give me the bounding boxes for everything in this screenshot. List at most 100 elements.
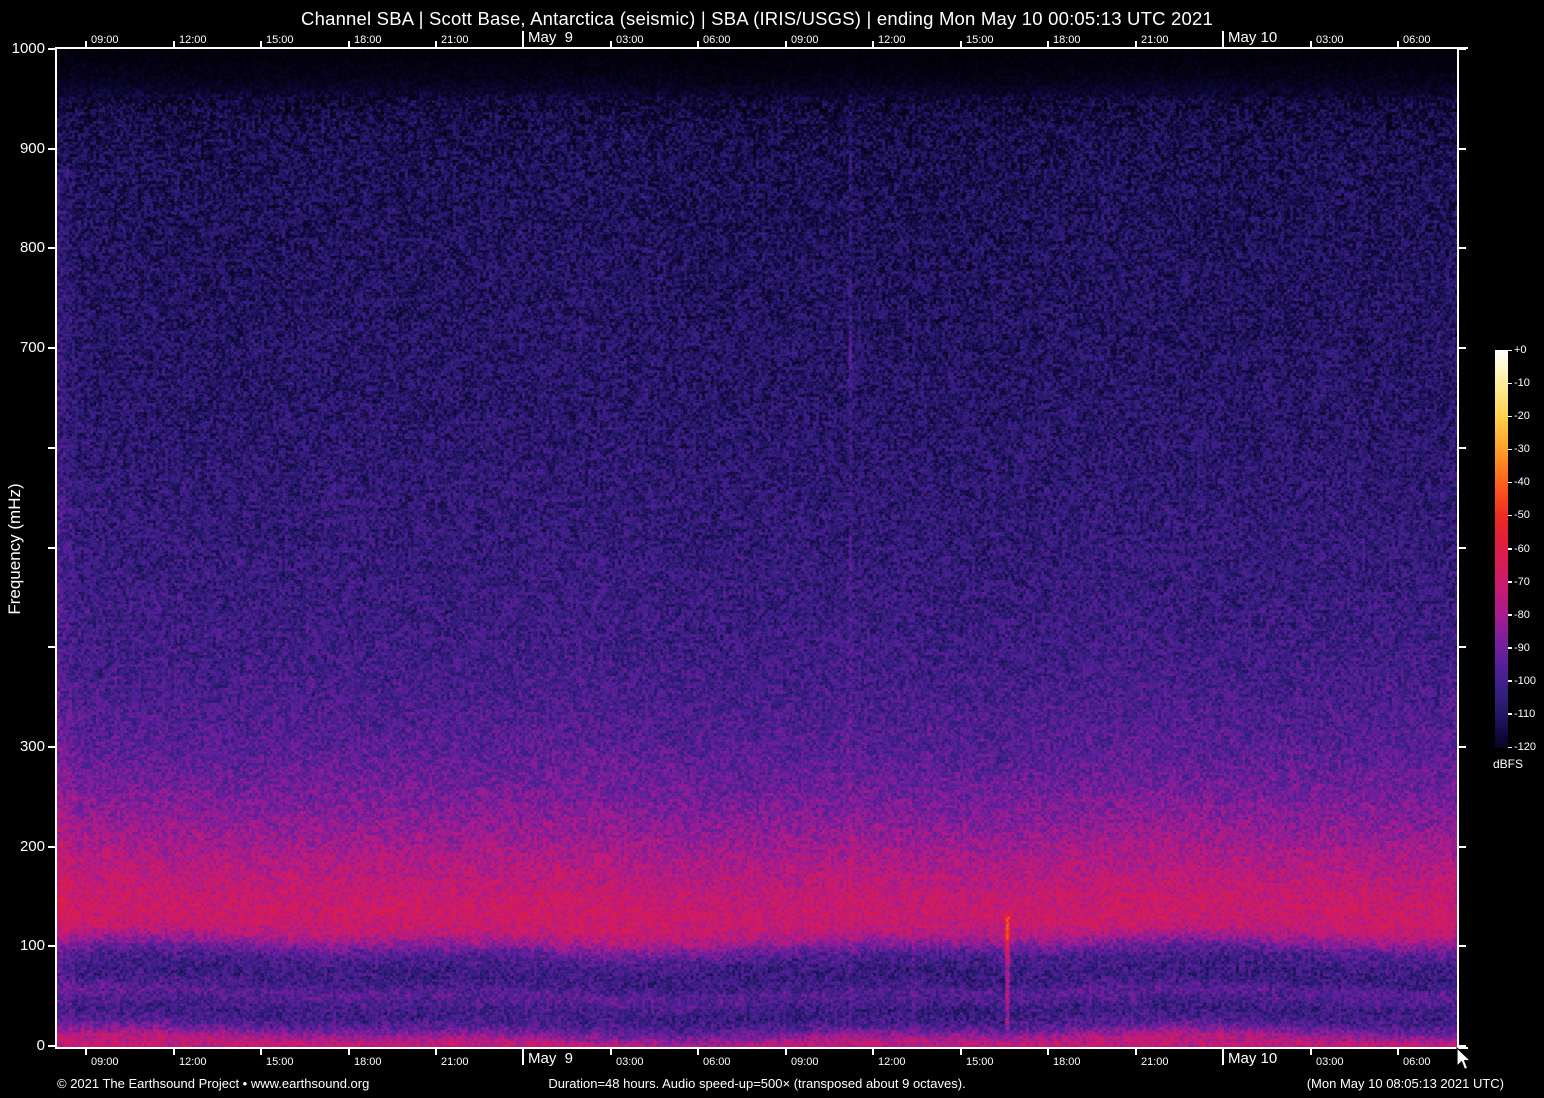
time-tick-top (173, 41, 175, 47)
colorbar-tick (1508, 481, 1512, 484)
colorbar-tick-label: -60 (1514, 542, 1530, 555)
time-tick-label-bottom: 06:00 (1403, 1056, 1431, 1068)
colorbar-tick-label: -100 (1514, 674, 1537, 687)
time-tick-label-bottom: 09:00 (791, 1056, 819, 1068)
freq-tick-right (1459, 745, 1466, 748)
freq-tick-left (48, 446, 55, 449)
time-tick-top (1397, 41, 1399, 47)
colorbar-tick-label: -50 (1514, 509, 1530, 522)
time-tick-top (1310, 41, 1312, 47)
time-tick-label-top: 12:00 (878, 34, 906, 46)
time-tick-label-top: 06:00 (703, 34, 731, 46)
colorbar-tick (1508, 415, 1512, 418)
time-tick-label-top: May 9 (528, 29, 574, 46)
time-tick-label-top: May 10 (1228, 29, 1278, 46)
freq-tick-left (48, 646, 55, 649)
time-tick-label-bottom: 18:00 (1053, 1056, 1081, 1068)
freq-tick-label: 1000 (11, 40, 45, 57)
time-tick-label-bottom: 18:00 (354, 1056, 382, 1068)
time-tick-bottom (960, 1049, 962, 1055)
colorbar-tick (1508, 349, 1512, 351)
freq-tick-left (48, 247, 55, 250)
freq-tick-left (48, 546, 55, 549)
time-tick-top (1047, 41, 1049, 47)
freq-tick-right (1459, 945, 1466, 948)
time-tick-label-bottom: May 10 (1228, 1050, 1278, 1067)
freq-tick-label: 800 (19, 239, 45, 257)
colorbar-tick (1508, 548, 1512, 550)
freq-tick-label: 200 (19, 837, 45, 855)
freq-tick-right (1459, 48, 1466, 50)
time-tick-label-top: 21:00 (441, 34, 469, 46)
colorbar-unit-label: dBFS (1493, 757, 1524, 771)
freq-tick-right (1459, 845, 1466, 848)
freq-tick-left (48, 845, 55, 848)
mouse-arrow-cursor (1456, 1047, 1472, 1071)
time-tick-label-top: 06:00 (1403, 34, 1431, 46)
freq-tick-label: 900 (19, 139, 45, 157)
freq-tick-label: 0 (36, 1037, 45, 1054)
time-tick-label-bottom: 15:00 (966, 1056, 994, 1068)
colorbar-tick-label: -110 (1514, 707, 1536, 720)
time-tick-bottom (85, 1049, 87, 1055)
colorbar-tick-label: -40 (1514, 476, 1530, 489)
time-tick-top (1135, 41, 1137, 47)
time-tick-label-bottom: 09:00 (91, 1056, 119, 1068)
colorbar-tick-label: -30 (1514, 443, 1530, 456)
freq-tick-left (48, 347, 55, 350)
time-tick-label-top: 21:00 (1141, 34, 1169, 46)
colorbar-tick-label: +0 (1514, 344, 1527, 356)
colorbar-tick (1508, 680, 1512, 682)
axis-left-line (55, 47, 57, 1049)
colorbar-tick (1508, 382, 1512, 385)
time-tick-bottom (522, 1049, 524, 1065)
time-tick-bottom (610, 1049, 612, 1055)
time-tick-label-bottom: 21:00 (1141, 1056, 1169, 1068)
time-tick-top (522, 31, 524, 47)
time-tick-label-bottom: 03:00 (1316, 1056, 1344, 1068)
colorbar-tick (1508, 514, 1512, 517)
axis-bottom-line (55, 1047, 1468, 1049)
time-tick-label-top: 03:00 (616, 34, 644, 46)
time-tick-bottom (1135, 1049, 1137, 1055)
spectrogram-canvas (57, 49, 1457, 1047)
freq-tick-right (1459, 546, 1466, 549)
time-tick-label-top: 18:00 (354, 34, 382, 46)
time-tick-bottom (785, 1049, 787, 1055)
time-tick-label-bottom: 03:00 (616, 1056, 644, 1068)
colorbar-tick (1508, 647, 1512, 649)
freq-tick-right (1459, 347, 1466, 350)
colorbar-tick-label: -80 (1514, 608, 1530, 621)
colorbar-tick-label: -20 (1514, 410, 1530, 423)
time-tick-top (435, 41, 437, 47)
time-tick-label-top: 18:00 (1053, 34, 1081, 46)
colorbar-tick (1508, 746, 1512, 748)
freq-tick-label: 300 (19, 737, 45, 755)
freq-tick-right (1459, 1045, 1466, 1047)
time-tick-top (960, 41, 962, 47)
colorbar-tick (1508, 713, 1512, 715)
time-tick-bottom (1310, 1049, 1312, 1055)
colorbar-tick-label: -70 (1514, 575, 1530, 588)
y-axis-label: Frequency (mHz) (5, 483, 24, 615)
freq-tick-label: 700 (19, 339, 45, 357)
time-tick-label-top: 09:00 (91, 34, 119, 46)
time-tick-top (260, 41, 262, 47)
time-tick-label-bottom: 12:00 (878, 1056, 906, 1068)
time-tick-top (610, 41, 612, 47)
page-title: Channel SBA | Scott Base, Antarctica (se… (301, 8, 1213, 29)
freq-tick-label: 100 (19, 937, 45, 955)
freq-tick-right (1459, 446, 1466, 449)
time-tick-label-top: 12:00 (179, 34, 207, 46)
time-tick-bottom (1397, 1049, 1399, 1055)
colorbar-tick-label: -120 (1514, 741, 1537, 753)
time-tick-bottom (697, 1049, 699, 1055)
freq-tick-left (48, 745, 55, 748)
time-tick-label-top: 15:00 (266, 34, 294, 46)
time-tick-label-bottom: 21:00 (441, 1056, 469, 1068)
spectrogram-page: Channel SBA | Scott Base, Antarctica (se… (0, 0, 1544, 1098)
time-tick-bottom (435, 1049, 437, 1055)
freq-tick-left (48, 1045, 55, 1047)
time-tick-label-top: 03:00 (1316, 34, 1344, 46)
colorbar-tick (1508, 581, 1512, 583)
